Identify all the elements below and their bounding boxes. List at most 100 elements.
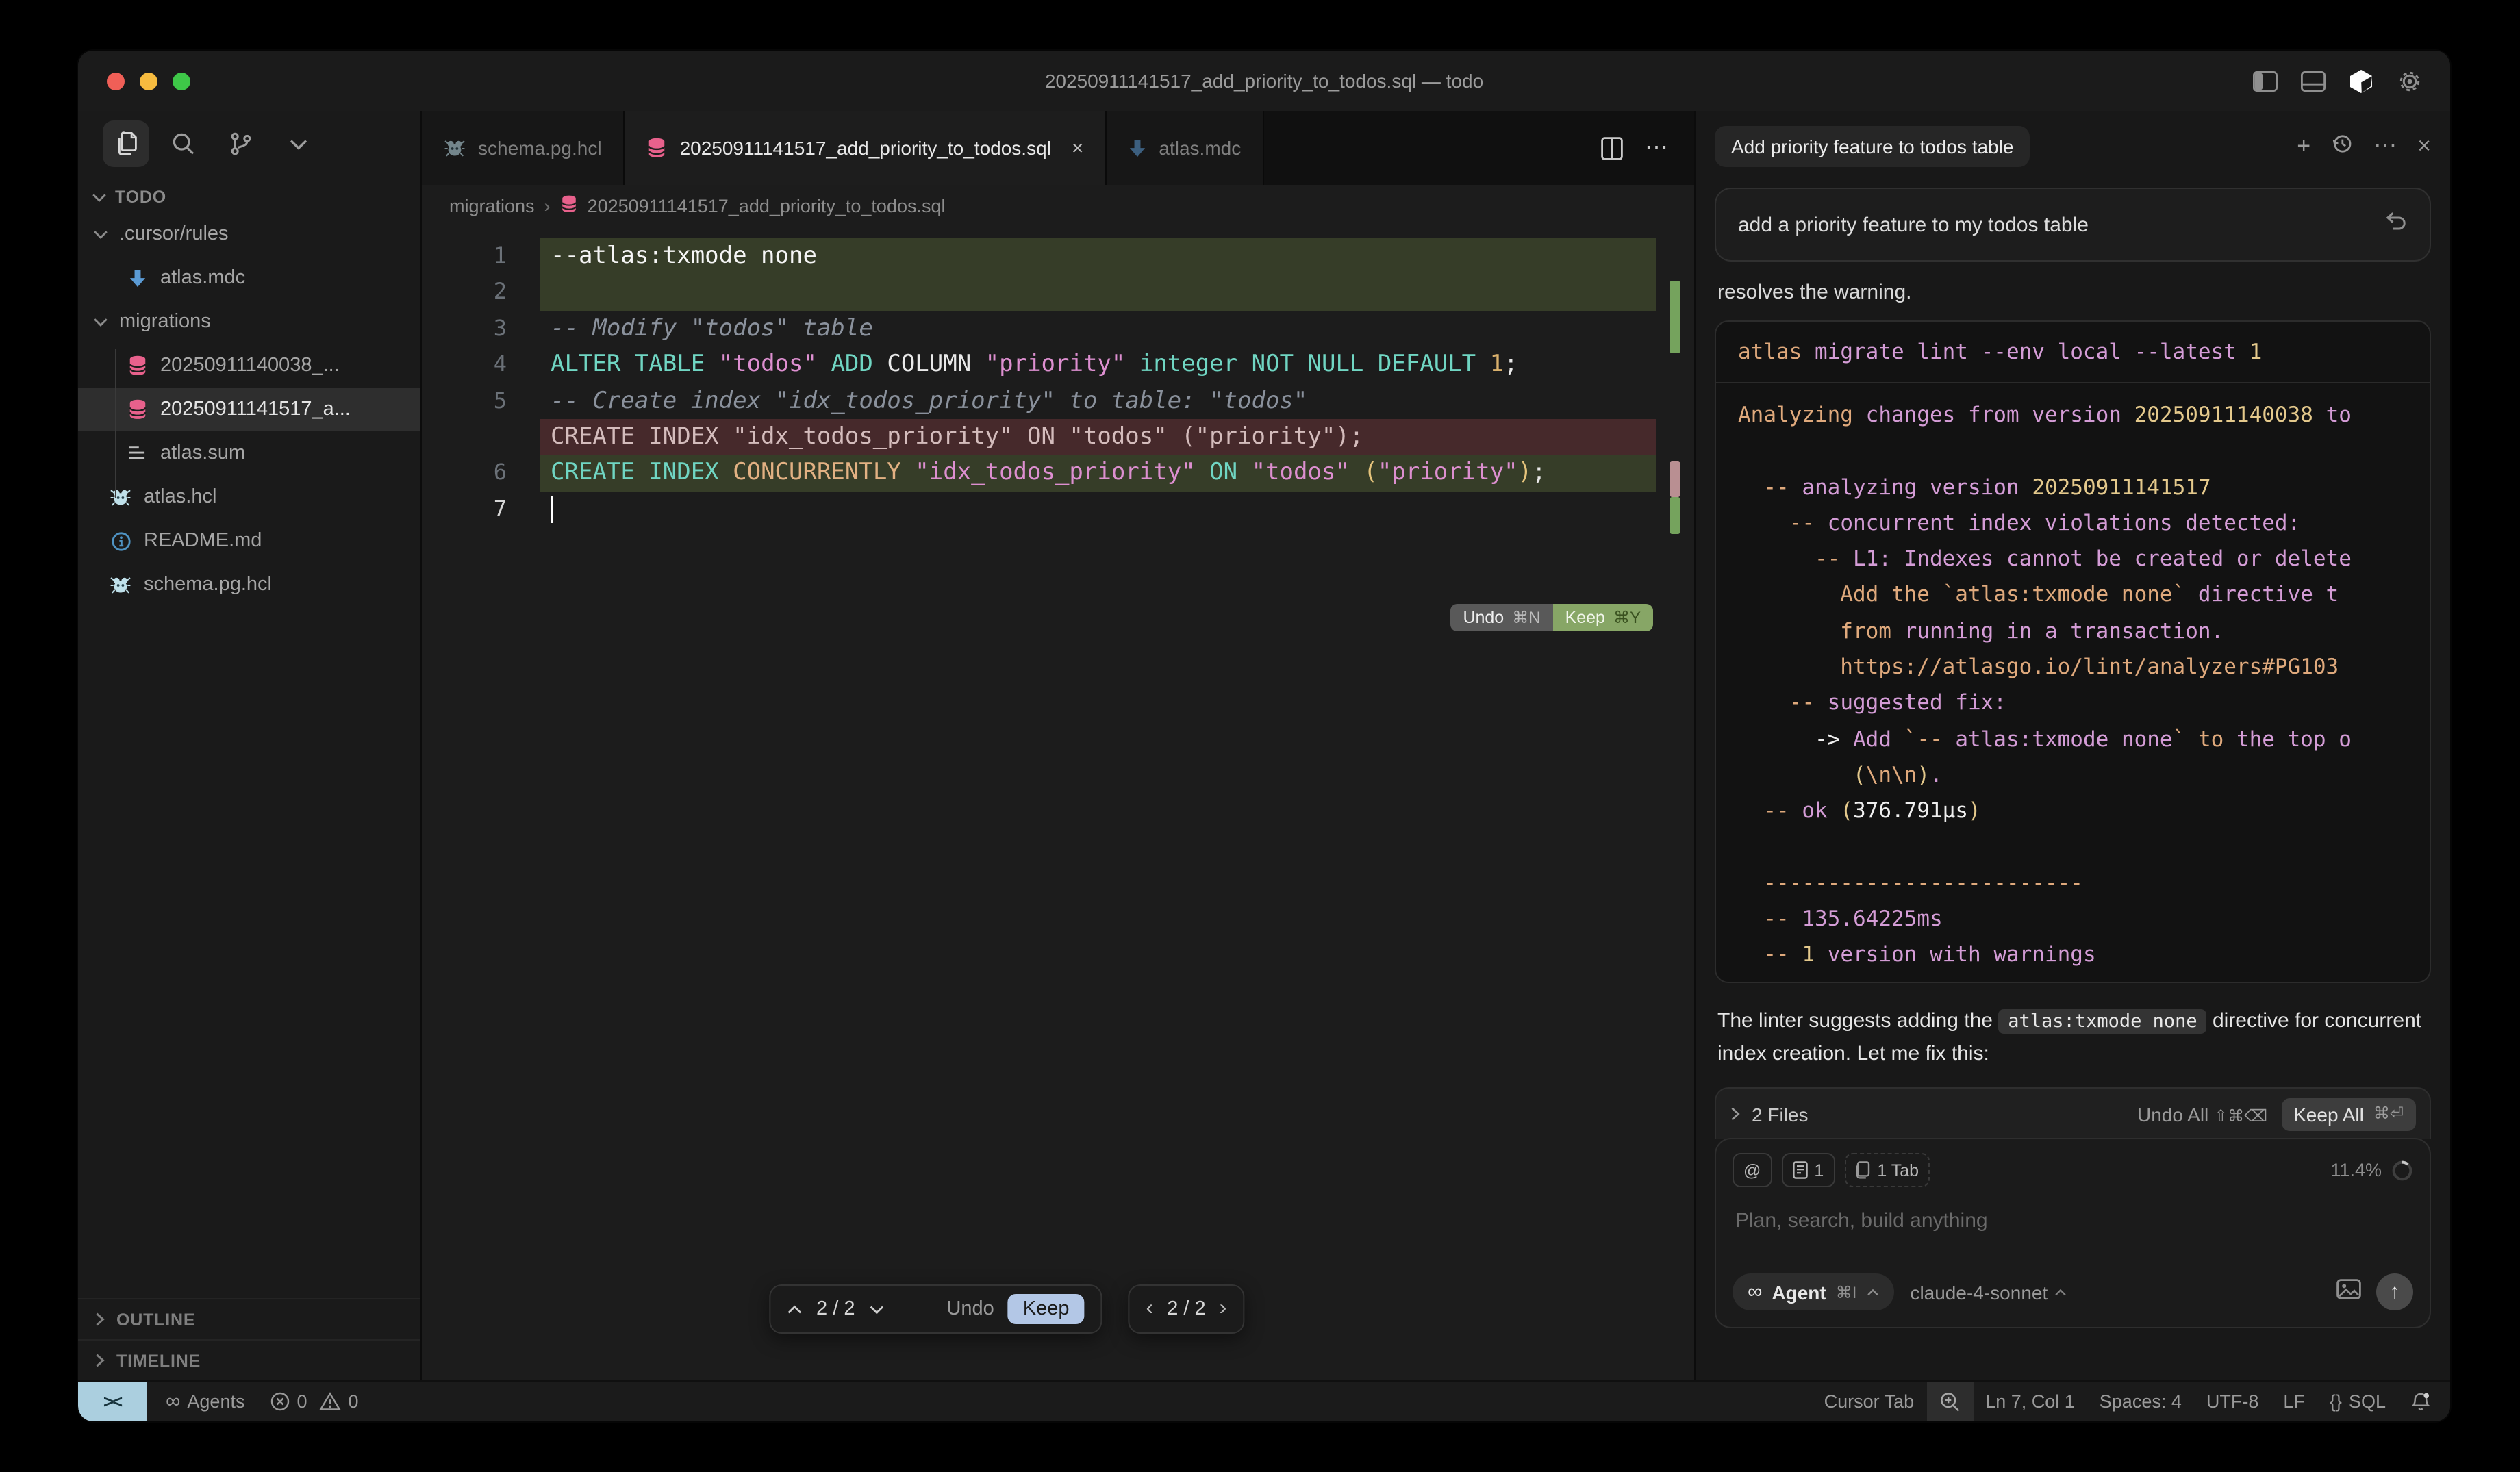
folder-chevron-icon <box>89 229 111 239</box>
search-icon[interactable] <box>160 120 207 167</box>
line-number: 3 <box>422 311 507 347</box>
inline-undo-button[interactable]: Undo⌘N <box>1450 605 1552 632</box>
mention-button[interactable]: @ <box>1732 1153 1772 1187</box>
code-line[interactable]: 4ALTER TABLE "todos" ADD COLUMN "priorit… <box>422 346 1694 383</box>
terminal-line: -- suggested fix: <box>1738 685 2408 722</box>
activity-bar <box>78 111 420 177</box>
breadcrumb-file[interactable]: 20250911141517_add_priority_to_todos.sql <box>588 195 946 216</box>
code-line[interactable]: 2 <box>422 275 1694 311</box>
diff-file-nav-pill: ‹ 2 / 2 › <box>1129 1284 1245 1334</box>
tree-item--cursor-rules[interactable]: .cursor/rules <box>78 212 420 256</box>
breadcrumb[interactable]: migrations › 20250911141517_add_priority… <box>422 185 1694 226</box>
editor-area: schema.pg.hcl 20250911141517_add_priority… <box>422 111 1694 1380</box>
prev-file-icon[interactable]: ‹ <box>1146 1297 1154 1321</box>
tab-atlas-mdc[interactable]: atlas.mdc <box>1107 111 1264 185</box>
tree-item-migrations[interactable]: migrations <box>78 300 420 344</box>
toggle-panel-icon[interactable] <box>2301 71 2326 91</box>
eol-status[interactable]: LF <box>2271 1382 2317 1421</box>
tree-item-20250911141517-a-[interactable]: 20250911141517_a... <box>78 388 420 431</box>
keep-all-button[interactable]: Keep All⌘⏎ <box>2281 1097 2416 1130</box>
cursor-tab-status[interactable]: Cursor Tab <box>1812 1382 1927 1421</box>
language-status[interactable]: {}SQL <box>2317 1382 2398 1421</box>
keep-diff-button[interactable]: Keep <box>1008 1294 1085 1324</box>
problems-status-item[interactable]: 0 0 <box>257 1382 370 1421</box>
more-actions-icon[interactable]: ⋯ <box>2373 133 2397 160</box>
changed-files-bar[interactable]: 2 Files Undo All ⇧⌘⌫ Keep All⌘⏎ <box>1715 1087 2431 1139</box>
terminal-line: Analyzing changes from version 202509111… <box>1738 397 2408 433</box>
restore-checkpoint-icon[interactable] <box>2384 211 2408 238</box>
line-number: 4 <box>422 346 507 383</box>
database-icon <box>560 194 578 217</box>
tree-item-20250911140038-[interactable]: 20250911140038_... <box>78 344 420 388</box>
tree-item-label: README.md <box>144 530 262 552</box>
next-file-icon[interactable]: › <box>1220 1297 1227 1321</box>
tree-item-label: atlas.mdc <box>160 267 245 289</box>
breadcrumb-folder[interactable]: migrations <box>449 195 535 216</box>
database-icon <box>125 353 149 378</box>
agent-mode-selector[interactable]: ∞ Agent ⌘I <box>1732 1273 1893 1310</box>
spider-icon <box>444 138 466 158</box>
more-icon[interactable]: ⋯ <box>1645 134 1670 162</box>
send-button[interactable]: ↑ <box>2376 1273 2413 1310</box>
cube-icon[interactable] <box>2349 68 2373 94</box>
tab-label: schema.pg.hcl <box>478 137 602 159</box>
tree-item-schema-pg-hcl[interactable]: schema.pg.hcl <box>78 563 420 607</box>
chat-input-box[interactable]: @ 1 1 Tab 11.4% <box>1715 1138 2431 1328</box>
model-selector[interactable]: claude-4-sonnet <box>1910 1281 2067 1303</box>
attach-image-icon[interactable] <box>2336 1278 2361 1306</box>
code-line[interactable]: 3-- Modify "todos" table <box>422 311 1694 347</box>
undo-all-button[interactable]: Undo All ⇧⌘⌫ <box>2137 1103 2267 1125</box>
tab-schema-pg-hcl[interactable]: schema.pg.hcl <box>422 111 625 185</box>
spider-icon <box>108 485 133 509</box>
code-editor[interactable]: 1--atlas:txmode none23-- Modify "todos" … <box>422 226 1694 1380</box>
undo-diff-button[interactable]: Undo <box>946 1298 994 1320</box>
user-message[interactable]: add a priority feature to my todos table <box>1715 188 2431 262</box>
encoding-status[interactable]: UTF-8 <box>2194 1382 2271 1421</box>
history-icon[interactable] <box>2331 132 2353 161</box>
code-line-removed[interactable]: CREATE INDEX "idx_todos_priority" ON "to… <box>422 419 1694 455</box>
chat-title-tab[interactable]: Add priority feature to todos table <box>1715 126 2030 167</box>
chat-input-placeholder[interactable]: Plan, search, build anything <box>1735 1209 2410 1232</box>
ai-chat-panel: Add priority feature to todos table + ⋯ … <box>1694 111 2450 1380</box>
sidebar-section-timeline[interactable]: TIMELINE <box>78 1339 420 1380</box>
prev-diff-icon[interactable] <box>788 1298 803 1320</box>
activity-chevron-down-icon[interactable] <box>275 120 322 167</box>
tab-context-chip[interactable]: 1 Tab <box>1844 1153 1930 1187</box>
info-icon <box>108 529 133 553</box>
tree-item-atlas-mdc[interactable]: atlas.mdc <box>78 256 420 300</box>
terminal-line: -- 135.64225ms <box>1738 901 2408 937</box>
source-control-icon[interactable] <box>218 120 264 167</box>
close-chat-icon[interactable]: × <box>2417 133 2431 160</box>
zoom-status-icon[interactable] <box>1926 1382 1973 1421</box>
next-diff-icon[interactable] <box>868 1298 883 1320</box>
line-col-status[interactable]: Ln 7, Col 1 <box>1973 1382 2087 1421</box>
tree-item-atlas-sum[interactable]: atlas.sum <box>78 431 420 475</box>
code-line[interactable]: 6CREATE INDEX CONCURRENTLY "idx_todos_pr… <box>422 455 1694 492</box>
tab-20250911141517-add-priority-to-todos-sql[interactable]: 20250911141517_add_priority_to_todos.sql… <box>625 111 1107 185</box>
inline-keep-button[interactable]: Keep⌘Y <box>1553 605 1653 632</box>
code-line[interactable]: 5-- Create index "idx_todos_priority" to… <box>422 383 1694 419</box>
tree-item-label: 20250911140038_... <box>160 355 340 377</box>
terminal-line: -- 1 version with warnings <box>1738 937 2408 974</box>
indentation-status[interactable]: Spaces: 4 <box>2087 1382 2194 1421</box>
rules-chip[interactable]: 1 <box>1781 1153 1835 1187</box>
notifications-bell-icon[interactable] <box>2398 1382 2450 1421</box>
toggle-sidebar-icon[interactable] <box>2253 71 2278 91</box>
new-chat-icon[interactable]: + <box>2297 133 2310 160</box>
titlebar: 20250911141517_add_priority_to_todos.sql… <box>78 51 2450 111</box>
code-line[interactable]: 1--atlas:txmode none <box>422 238 1694 275</box>
terminal-line: -- ok (376.791µs) <box>1738 794 2408 830</box>
close-tab-icon[interactable]: × <box>1072 136 1084 160</box>
project-root-header[interactable]: TODO <box>78 177 420 212</box>
tree-item-readme-md[interactable]: README.md <box>78 519 420 563</box>
tree-item-label: schema.pg.hcl <box>144 574 272 596</box>
split-editor-icon[interactable] <box>1601 136 1623 160</box>
tree-item-atlas-hcl[interactable]: atlas.hcl <box>78 475 420 519</box>
arrow-down-icon <box>1129 138 1146 158</box>
remote-indicator[interactable]: >< <box>78 1382 147 1421</box>
code-line[interactable]: 7 <box>422 491 1694 527</box>
agents-status-item[interactable]: ∞Agents <box>147 1382 257 1421</box>
settings-gear-icon[interactable] <box>2397 68 2423 94</box>
explorer-files-icon[interactable] <box>103 120 149 167</box>
sidebar-section-outline[interactable]: OUTLINE <box>78 1298 420 1339</box>
